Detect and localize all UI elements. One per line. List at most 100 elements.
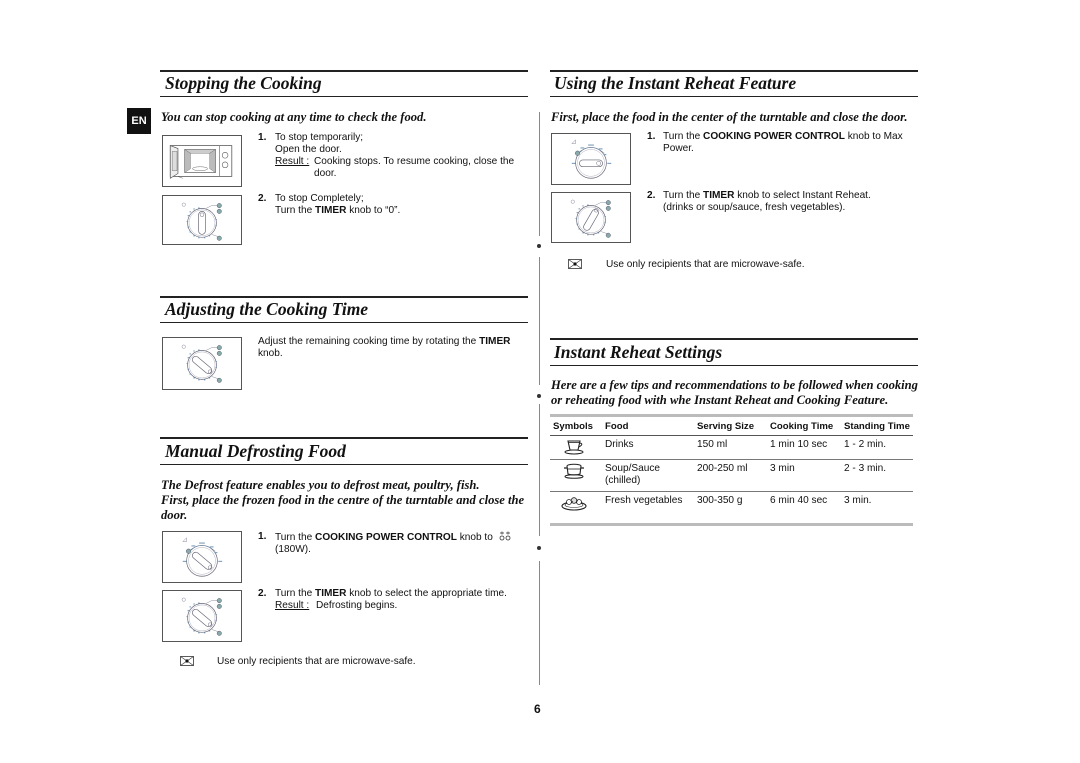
result-text: Cooking stops. To resume cooking, close … bbox=[314, 156, 515, 179]
timer-label: TIMER bbox=[703, 190, 735, 201]
timer-label: TIMER bbox=[479, 336, 511, 347]
column-header: Symbols bbox=[550, 414, 605, 436]
food-name: Fresh vegetables bbox=[605, 495, 683, 506]
table-row: Soup/Sauce (chilled) 200-250 ml 3 min 2 … bbox=[550, 459, 913, 492]
step-number: 2. bbox=[258, 588, 267, 599]
adjust-text: Adjust the remaining cooking time by rot… bbox=[258, 336, 523, 360]
vegetables-plate-icon bbox=[561, 497, 587, 511]
section-rule bbox=[550, 338, 918, 340]
serving-cell: 200-250 ml bbox=[697, 459, 770, 492]
serving-cell: 300-350 g bbox=[697, 491, 770, 526]
text: Turn the bbox=[663, 131, 704, 142]
column-divider bbox=[539, 257, 540, 385]
note-icon bbox=[568, 259, 582, 269]
timer-label: TIMER bbox=[315, 205, 347, 216]
column-divider bbox=[539, 561, 540, 685]
step-line: (180W). bbox=[275, 544, 311, 555]
column-divider bbox=[539, 112, 540, 236]
section-rule bbox=[160, 70, 528, 72]
power-control-label: COOKING POWER CONTROL bbox=[703, 131, 845, 142]
step-2-text: Turn the TIMER knob to select the approp… bbox=[275, 588, 530, 612]
result-text: Defrosting begins. bbox=[316, 600, 398, 611]
step-number: 1. bbox=[258, 531, 267, 542]
step-1-text: To stop temporarily; Open the door. Resu… bbox=[275, 132, 530, 180]
timer-knob-illustration bbox=[162, 590, 242, 642]
section-title: Manual Defrosting Food bbox=[165, 441, 346, 461]
section-rule bbox=[550, 70, 918, 72]
microwave-open-door-illustration bbox=[162, 135, 242, 187]
step-number: 2. bbox=[258, 193, 267, 204]
section-subtitle: The Defrost feature enables you to defro… bbox=[161, 478, 531, 523]
section-subtitle: You can stop cooking at any time to chec… bbox=[161, 110, 427, 124]
table-header-row: Symbols Food Serving Size Cooking Time S… bbox=[550, 414, 913, 436]
timer-knob-illustration bbox=[551, 192, 631, 243]
column-header: Serving Size bbox=[697, 414, 770, 436]
section-rule bbox=[550, 365, 918, 366]
cooking-time-cell: 1 min 10 sec bbox=[770, 435, 844, 460]
section-rule bbox=[160, 96, 528, 97]
step-2-text: Turn the TIMER knob to select Instant Re… bbox=[663, 190, 913, 214]
food-name: Soup/Sauce bbox=[605, 463, 660, 474]
step-1-text: Turn the COOKING POWER CONTROL knob to M… bbox=[663, 131, 913, 155]
text: knob to bbox=[456, 532, 493, 543]
section-rule bbox=[160, 437, 528, 439]
power-control-label: COOKING POWER CONTROL bbox=[315, 532, 457, 543]
section-rule bbox=[160, 464, 528, 465]
cooking-time-cell: 3 min bbox=[770, 459, 844, 492]
divider-dot bbox=[537, 546, 541, 550]
standing-time-cell: 2 - 3 min. bbox=[844, 459, 913, 492]
result-label: Result : bbox=[275, 156, 310, 167]
text: knob to “0”. bbox=[346, 205, 401, 216]
text: Turn the bbox=[275, 588, 316, 599]
text: knob to select Instant Reheat. bbox=[734, 190, 871, 201]
step-number: 2. bbox=[647, 190, 656, 201]
result-label: Result : bbox=[275, 600, 310, 611]
section-rule bbox=[160, 322, 528, 323]
food-cell: Drinks bbox=[605, 435, 697, 460]
food-note: (chilled) bbox=[605, 475, 641, 486]
text: Adjust the remaining cooking time by rot… bbox=[258, 336, 480, 347]
timer-label: TIMER bbox=[315, 588, 347, 599]
column-divider bbox=[539, 404, 540, 536]
page-number: 6 bbox=[534, 702, 541, 716]
reheat-settings-table: Symbols Food Serving Size Cooking Time S… bbox=[550, 414, 913, 526]
step-number: 1. bbox=[647, 131, 656, 142]
section-title: Adjusting the Cooking Time bbox=[165, 299, 369, 319]
symbol-cell bbox=[550, 491, 605, 526]
serving-cell: 150 ml bbox=[697, 435, 770, 460]
timer-knob-illustration bbox=[162, 195, 242, 245]
note-text: Use only recipients that are microwave-s… bbox=[606, 259, 805, 270]
step-line: To stop Completely; bbox=[275, 193, 364, 204]
step-line: (drinks or soup/sauce, fresh vegetables)… bbox=[663, 202, 846, 213]
step-number: 1. bbox=[258, 132, 267, 143]
food-cell: Soup/Sauce (chilled) bbox=[605, 459, 697, 492]
column-header: Standing Time bbox=[844, 414, 913, 436]
symbol-cell bbox=[550, 435, 605, 460]
symbol-cell bbox=[550, 459, 605, 492]
text: Turn the bbox=[275, 532, 316, 543]
standing-time-cell: 3 min. bbox=[844, 491, 913, 526]
step-line: Open the door. bbox=[275, 144, 342, 155]
section-title: Using the Instant Reheat Feature bbox=[554, 73, 797, 93]
section-subtitle: First, place the food in the center of t… bbox=[551, 110, 908, 124]
soup-pot-icon bbox=[564, 463, 584, 479]
divider-dot bbox=[537, 244, 541, 248]
power-knob-illustration bbox=[551, 133, 631, 185]
text: knob to select the appropriate time. bbox=[346, 588, 507, 599]
section-title: Instant Reheat Settings bbox=[554, 342, 723, 362]
text: Turn the bbox=[663, 190, 704, 201]
table-row: Drinks 150 ml 1 min 10 sec 1 - 2 min. bbox=[550, 435, 913, 460]
step-2-text: To stop Completely; Turn the TIMER knob … bbox=[275, 193, 525, 217]
divider-dot bbox=[537, 394, 541, 398]
defrost-icon bbox=[499, 531, 511, 541]
food-cell: Fresh vegetables bbox=[605, 491, 697, 526]
subtitle-line: The Defrost feature enables you to defro… bbox=[161, 478, 480, 492]
section-title: Stopping the Cooking bbox=[165, 73, 322, 93]
section-rule bbox=[550, 96, 918, 97]
power-knob-illustration bbox=[162, 531, 242, 583]
food-name: Drinks bbox=[605, 439, 634, 450]
subtitle-line: First, place the frozen food in the cent… bbox=[161, 493, 525, 522]
note-icon bbox=[180, 656, 194, 666]
table-row: Fresh vegetables 300-350 g 6 min 40 sec … bbox=[550, 491, 913, 526]
column-header: Food bbox=[605, 414, 697, 436]
